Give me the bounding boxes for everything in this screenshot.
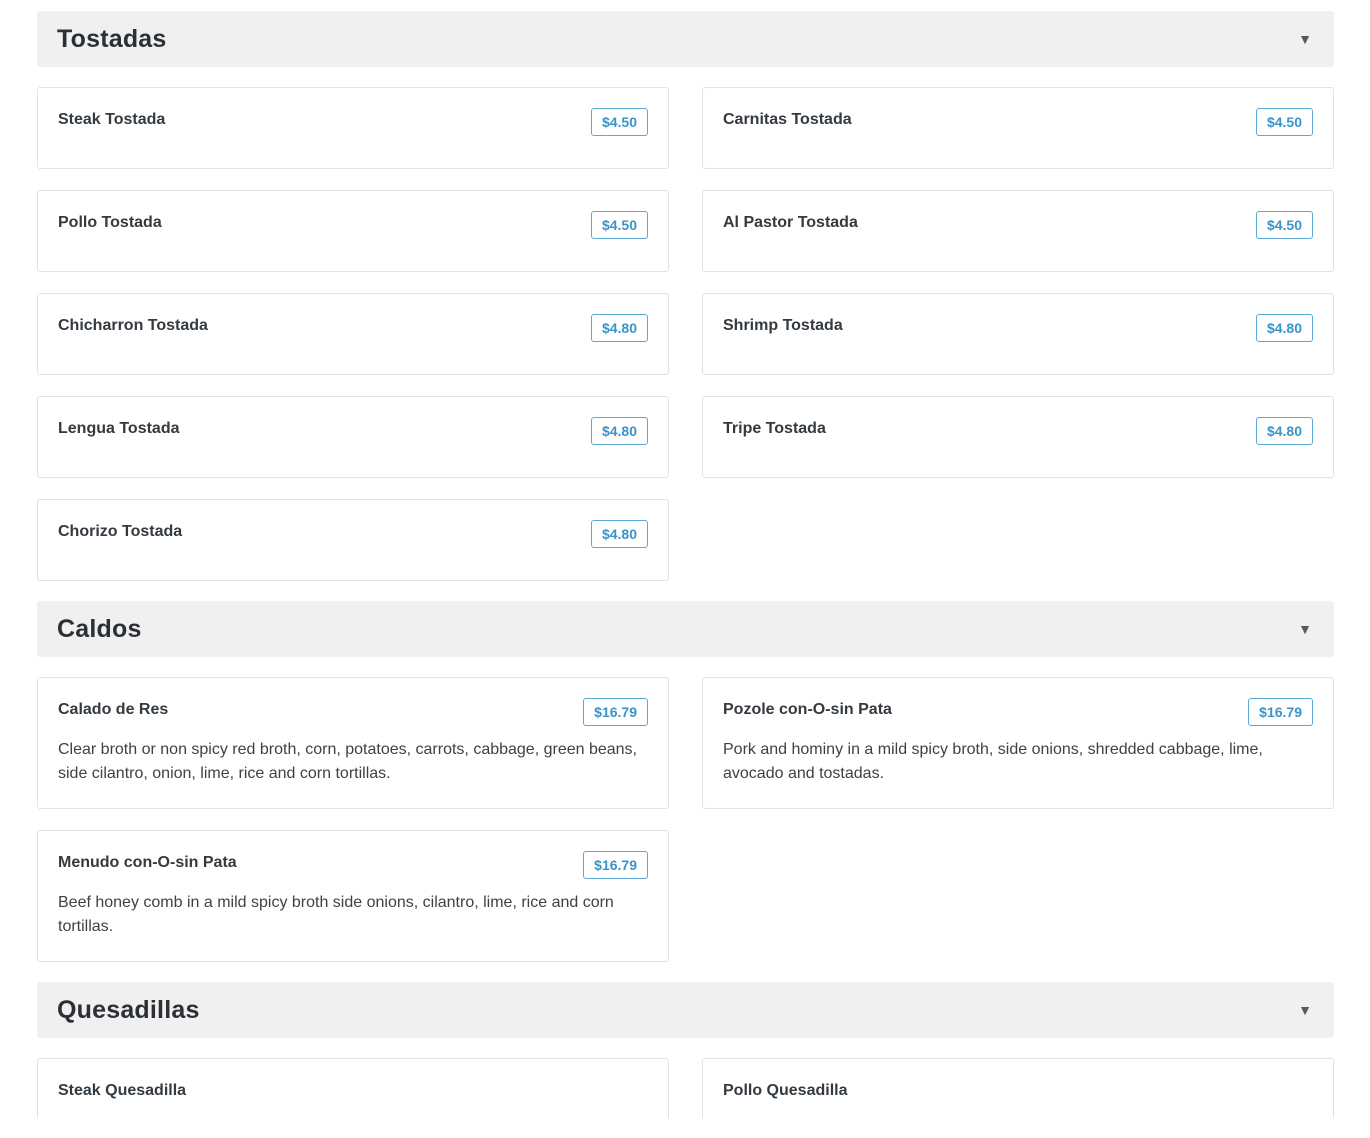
section-header[interactable]: Caldos ▼	[37, 601, 1334, 657]
price-badge[interactable]: $4.80	[590, 417, 648, 445]
menu-item-name: Menudo con-O-sin Pata	[58, 854, 237, 871]
menu-items-grid: Steak Tostada $4.50 Carnitas Tostada $4.50 P…	[37, 87, 1334, 581]
menu-item-description: Beef honey comb in a mild spicy broth si…	[58, 894, 614, 935]
price-badge[interactable]: $4.80	[590, 314, 648, 342]
price-badge[interactable]: $4.50	[590, 211, 648, 239]
price-badge[interactable]: $4.80	[1255, 314, 1313, 342]
menu-item-header: Steak Quesadilla	[58, 1079, 648, 1101]
menu-item-header: Lengua Tostada $4.80	[58, 417, 648, 445]
menu-item-card[interactable]: Menudo con-O-sin Pata $16.79 Beef honey co…	[37, 830, 669, 962]
menu-item-card[interactable]: Chicharron Tostada $4.80	[37, 293, 669, 375]
section-header[interactable]: Quesadillas ▼	[37, 982, 1334, 1038]
menu-item-header: Carnitas Tostada $4.50	[723, 108, 1313, 136]
menu-item-name: Pollo Quesadilla	[723, 1082, 848, 1099]
menu-item-description: Pork and hominy in a mild spicy broth, s…	[723, 741, 1263, 782]
menu-section-tostadas: Tostadas ▼ Steak Tostada $4.50 Carnitas Tost…	[37, 11, 1334, 581]
menu-item-header: Al Pastor Tostada $4.50	[723, 211, 1313, 239]
menu-item-header: Pollo Tostada $4.50	[58, 211, 648, 239]
price-badge[interactable]: $4.80	[590, 520, 648, 548]
menu-item-header: Tripe Tostada $4.80	[723, 417, 1313, 445]
menu-item-name: Chorizo Tostada	[58, 523, 183, 540]
menu-items-grid: Steak Quesadilla Pollo Quesadilla	[37, 1058, 1334, 1118]
menu-container: Tostadas ▼ Steak Tostada $4.50 Carnitas Tost…	[37, 11, 1334, 1138]
triangle-down-icon[interactable]: ▼	[1298, 1002, 1312, 1018]
menu-item-header: Chicharron Tostada $4.80	[58, 314, 648, 342]
menu-item-header: Chorizo Tostada $4.80	[58, 520, 648, 548]
menu-item-name: Steak Tostada	[58, 111, 166, 128]
menu-item-name: Steak Quesadilla	[58, 1082, 187, 1099]
price-badge[interactable]: $16.79	[583, 698, 648, 726]
menu-item-card[interactable]: Pollo Tostada $4.50	[37, 190, 669, 272]
menu-item-card[interactable]: Steak Tostada $4.50	[37, 87, 669, 169]
menu-item-name: Chicharron Tostada	[58, 317, 208, 334]
price-badge[interactable]: $16.79	[583, 851, 648, 879]
menu-item-name: Pollo Tostada	[58, 214, 162, 231]
menu-item-name: Shrimp Tostada	[723, 317, 843, 334]
menu-item-card[interactable]: Calado de Res $16.79 Clear broth or non sp…	[37, 677, 669, 809]
section-title: Quesadillas	[57, 995, 200, 1024]
menu-item-name: Tripe Tostada	[723, 420, 826, 437]
price-badge[interactable]: $4.50	[590, 108, 648, 136]
menu-item-card[interactable]: Chorizo Tostada $4.80	[37, 499, 669, 581]
price-badge[interactable]: $4.50	[1255, 108, 1313, 136]
menu-item-header: Shrimp Tostada $4.80	[723, 314, 1313, 342]
menu-items-grid: Calado de Res $16.79 Clear broth or non sp…	[37, 677, 1334, 962]
menu-item-name: Carnitas Tostada	[723, 111, 852, 128]
menu-section-caldos: Caldos ▼ Calado de Res $16.79 Clear broth or…	[37, 601, 1334, 962]
section-title: Caldos	[57, 614, 142, 643]
menu-item-card[interactable]: Tripe Tostada $4.80	[702, 396, 1334, 478]
menu-item-card[interactable]: Steak Quesadilla	[37, 1058, 669, 1118]
price-badge[interactable]: $4.50	[1255, 211, 1313, 239]
triangle-down-icon[interactable]: ▼	[1298, 31, 1312, 47]
menu-section-quesadillas: Quesadillas ▼ Steak Quesadilla Pollo Quesad…	[37, 982, 1334, 1118]
price-badge[interactable]: $16.79	[1248, 698, 1313, 726]
menu-item-card[interactable]: Lengua Tostada $4.80	[37, 396, 669, 478]
menu-item-name: Pozole con-O-sin Pata	[723, 701, 892, 718]
menu-item-header: Steak Tostada $4.50	[58, 108, 648, 136]
menu-item-card[interactable]: Pollo Quesadilla	[702, 1058, 1334, 1118]
menu-item-header: Pollo Quesadilla	[723, 1079, 1313, 1101]
menu-item-header: Menudo con-O-sin Pata $16.79	[58, 851, 648, 879]
menu-item-card[interactable]: Shrimp Tostada $4.80	[702, 293, 1334, 375]
menu-item-name: Calado de Res	[58, 701, 169, 718]
menu-item-header: Calado de Res $16.79	[58, 698, 648, 726]
menu-item-card[interactable]: Carnitas Tostada $4.50	[702, 87, 1334, 169]
menu-item-name: Lengua Tostada	[58, 420, 180, 437]
price-badge[interactable]: $4.80	[1255, 417, 1313, 445]
menu-item-header: Pozole con-O-sin Pata $16.79	[723, 698, 1313, 726]
section-title: Tostadas	[57, 24, 167, 53]
menu-item-card[interactable]: Pozole con-O-sin Pata $16.79 Pork and homi…	[702, 677, 1334, 809]
menu-item-description: Clear broth or non spicy red broth, corn…	[58, 741, 637, 782]
menu-item-name: Al Pastor Tostada	[723, 214, 858, 231]
section-header[interactable]: Tostadas ▼	[37, 11, 1334, 67]
triangle-down-icon[interactable]: ▼	[1298, 621, 1312, 637]
menu-item-card[interactable]: Al Pastor Tostada $4.50	[702, 190, 1334, 272]
